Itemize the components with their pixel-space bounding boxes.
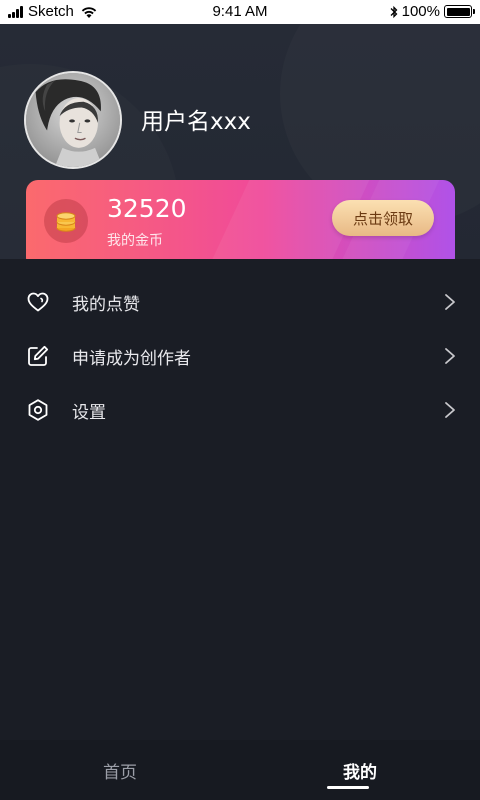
menu-item-apply-creator[interactable]: 申请成为创作者 xyxy=(0,329,480,383)
battery-icon xyxy=(444,5,475,18)
claim-button[interactable]: 点击领取 xyxy=(332,200,434,236)
menu-item-label: 设置 xyxy=(72,402,106,423)
bluetooth-icon xyxy=(390,5,398,18)
coin-stack-icon xyxy=(44,199,88,243)
chevron-right-icon xyxy=(445,348,455,364)
menu-item-likes[interactable]: 我的点赞 xyxy=(0,275,480,329)
chevron-right-icon xyxy=(445,294,455,310)
heart-icon xyxy=(27,292,49,312)
status-right: 100% xyxy=(389,3,475,20)
menu-list: 我的点赞 申请成为创作者 设置 xyxy=(0,259,480,740)
tab-mine[interactable]: 我的 xyxy=(240,740,480,800)
coin-amount: 32520 xyxy=(107,194,187,223)
active-tab-indicator xyxy=(327,786,369,789)
coin-card: 32520 我的金币 点击领取 xyxy=(26,180,455,270)
username: 用户名xxx xyxy=(141,109,251,135)
profile-screen: Sketch 9:41 AM 100% 用户名xxx 32520 我的金币 点击… xyxy=(0,0,480,800)
battery-percent: 100% xyxy=(401,3,440,20)
avatar[interactable] xyxy=(24,71,122,169)
settings-icon xyxy=(28,399,48,421)
coin-label: 我的金币 xyxy=(107,233,163,249)
status-bar: Sketch 9:41 AM 100% xyxy=(0,0,480,24)
menu-item-label: 申请成为创作者 xyxy=(72,348,191,369)
avatar-image xyxy=(26,73,120,167)
tab-home[interactable]: 首页 xyxy=(0,740,240,800)
tab-bar: 首页 我的 xyxy=(0,740,480,800)
menu-item-label: 我的点赞 xyxy=(72,294,140,315)
edit-icon xyxy=(28,345,49,366)
menu-item-settings[interactable]: 设置 xyxy=(0,383,480,437)
chevron-right-icon xyxy=(445,402,455,418)
